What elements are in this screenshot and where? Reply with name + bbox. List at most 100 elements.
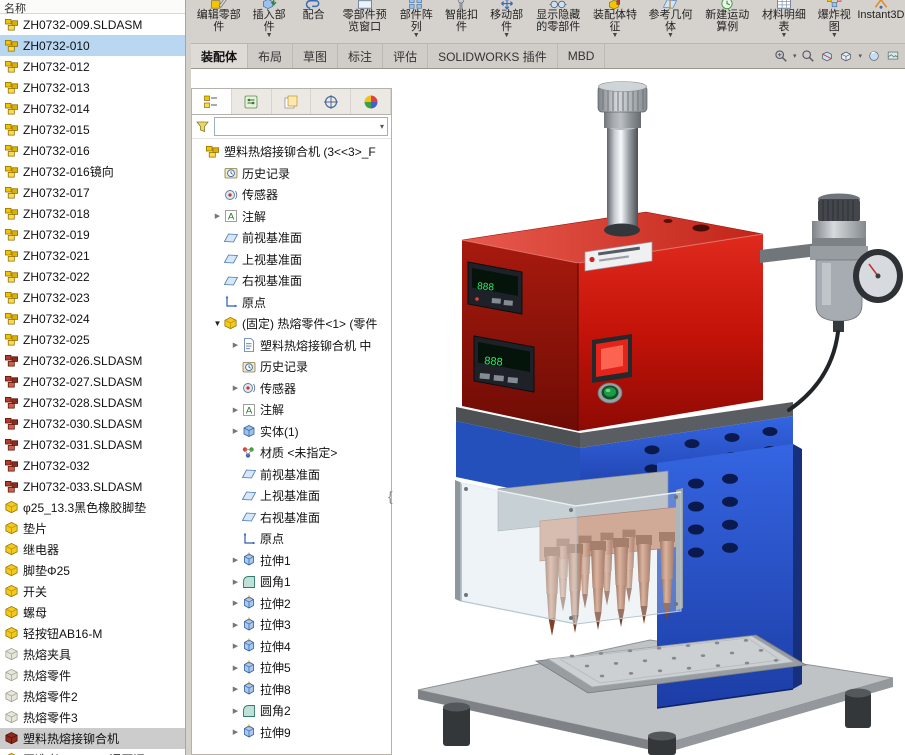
assembly-features-button[interactable]: 装配体特征▼: [587, 0, 642, 44]
tree-item[interactable]: ▶A注解: [192, 399, 391, 421]
tree-item[interactable]: ▶拉伸2: [192, 593, 391, 615]
dropdown-caret-icon[interactable]: ▼: [667, 33, 674, 39]
tree-item[interactable]: ▶拉伸3: [192, 614, 391, 636]
config-manager-tab[interactable]: [272, 89, 312, 114]
expand-arrow-icon[interactable]: ▶: [230, 341, 241, 349]
tree-item[interactable]: 上视基准面: [192, 249, 391, 271]
file-list-item[interactable]: 螺母: [0, 602, 185, 623]
expand-arrow-icon[interactable]: ▶: [230, 728, 241, 736]
file-list-item[interactable]: ZH0732-014: [0, 98, 185, 119]
expand-arrow-icon[interactable]: ▶: [230, 664, 241, 672]
file-list-item[interactable]: 严选者AFS3000调压阀: [0, 749, 185, 755]
panel-resize-grip[interactable]: {: [388, 488, 393, 504]
insert-components-button[interactable]: 插入部件▼: [246, 0, 291, 44]
tree-item[interactable]: ▶拉伸8: [192, 679, 391, 701]
scene-icon[interactable]: [886, 49, 900, 63]
expand-arrow-icon[interactable]: ▶: [230, 642, 241, 650]
file-list-item[interactable]: ZH0732-033.SLDASM: [0, 476, 185, 497]
tab-annotation[interactable]: 标注: [338, 44, 383, 68]
dropdown-caret-icon[interactable]: ▼: [831, 33, 838, 39]
file-list-item[interactable]: ZH0732-015: [0, 119, 185, 140]
file-list-item[interactable]: ZH0732-016: [0, 140, 185, 161]
expand-arrow-icon[interactable]: ▶: [230, 621, 241, 629]
tree-item[interactable]: ▶实体(1): [192, 421, 391, 443]
component-pattern-button[interactable]: 部件阵列▼: [394, 0, 439, 44]
file-list-item[interactable]: ZH0732-021: [0, 245, 185, 266]
file-list-item[interactable]: ZH0732-026.SLDASM: [0, 350, 185, 371]
tree-item[interactable]: 塑料热熔接铆合机 (3<<3>_F: [192, 141, 391, 163]
file-list-item[interactable]: ZH0732-032: [0, 455, 185, 476]
mate-button[interactable]: 配合: [292, 0, 336, 44]
tree-item[interactable]: ▶圆角1: [192, 571, 391, 593]
expand-arrow-icon[interactable]: ▶: [230, 707, 241, 715]
expand-arrow-icon[interactable]: ▶: [230, 685, 241, 693]
display-manager-tab[interactable]: [351, 89, 391, 114]
tree-item[interactable]: 传感器: [192, 184, 391, 206]
show-hidden-components-button[interactable]: 显示隐藏的零部件: [529, 0, 587, 44]
tree-manager-tab[interactable]: [192, 89, 232, 114]
edit-component-button[interactable]: 编辑零部件: [191, 0, 246, 44]
new-motion-study-button[interactable]: 新建运动算例: [698, 0, 756, 44]
tree-item[interactable]: ▶A注解: [192, 206, 391, 228]
zoomarea-icon[interactable]: [774, 49, 788, 63]
file-list-item[interactable]: ZH0732-025: [0, 329, 185, 350]
tree-item[interactable]: 右视基准面: [192, 270, 391, 292]
tree-item[interactable]: ▶传感器: [192, 378, 391, 400]
expand-arrow-icon[interactable]: ▶: [230, 384, 241, 392]
file-list-item[interactable]: ZH0732-016镜向: [0, 161, 185, 182]
tab-layout[interactable]: 布局: [248, 44, 293, 68]
file-list-item[interactable]: ZH0732-028.SLDASM: [0, 392, 185, 413]
tree-item[interactable]: 前视基准面: [192, 227, 391, 249]
tree-item[interactable]: 历史记录: [192, 163, 391, 185]
bill-of-materials-button[interactable]: 材料明细表▼: [756, 0, 811, 44]
file-list-item[interactable]: 继电器: [0, 539, 185, 560]
file-list-item[interactable]: ZH0732-031.SLDASM: [0, 434, 185, 455]
expand-arrow-icon[interactable]: ▶: [230, 427, 241, 435]
chevron-down-icon[interactable]: ▾: [858, 52, 862, 60]
appearance-icon[interactable]: [867, 49, 881, 63]
zoomfit-icon[interactable]: [801, 49, 815, 63]
reference-geometry-button[interactable]: 参考几何体▼: [643, 0, 698, 44]
file-list-item[interactable]: ZH0732-013: [0, 77, 185, 98]
dropdown-caret-icon[interactable]: ▼: [413, 33, 420, 39]
dropdown-caret-icon[interactable]: ▼: [266, 33, 273, 39]
file-list-item[interactable]: ZH0732-022: [0, 266, 185, 287]
file-list-item[interactable]: 热熔夹具: [0, 644, 185, 665]
tab-mbd[interactable]: MBD: [558, 44, 606, 68]
file-list-item[interactable]: 塑料热熔接铆合机: [0, 728, 185, 749]
tree-item[interactable]: 右视基准面: [192, 507, 391, 529]
exploded-view-button[interactable]: 爆炸视图▼: [812, 0, 857, 44]
tree-item[interactable]: ▶塑料热熔接铆合机 中: [192, 335, 391, 357]
tree-item[interactable]: 原点: [192, 292, 391, 314]
file-list-item[interactable]: ZH0732-027.SLDASM: [0, 371, 185, 392]
file-list-item[interactable]: ZH0732-018: [0, 203, 185, 224]
tab-sketch[interactable]: 草图: [293, 44, 338, 68]
expand-arrow-icon[interactable]: ▶: [230, 599, 241, 607]
file-list-item[interactable]: ZH0732-009.SLDASM: [0, 14, 185, 35]
move-component-button[interactable]: 移动部件▼: [484, 0, 529, 44]
panel-splitter[interactable]: [186, 0, 191, 755]
file-list-item[interactable]: ZH0732-019: [0, 224, 185, 245]
file-list-item[interactable]: 开关: [0, 581, 185, 602]
component-preview-window-button[interactable]: 零部件预览窗口: [336, 0, 394, 44]
file-list-item[interactable]: ZH0732-023: [0, 287, 185, 308]
tab-assembly[interactable]: 装配体: [191, 44, 248, 68]
file-list-item[interactable]: ZH0732-010: [0, 35, 185, 56]
instant3d-button[interactable]: Instant3D: [857, 0, 905, 44]
dimxpert-manager-tab[interactable]: [311, 89, 351, 114]
file-list-item[interactable]: 脚垫Φ25: [0, 560, 185, 581]
expand-arrow-icon[interactable]: ▼: [212, 319, 223, 328]
file-list-item[interactable]: ZH0732-024: [0, 308, 185, 329]
property-manager-tab[interactable]: [232, 89, 272, 114]
tree-item[interactable]: ▼(固定) 热熔零件<1> (零件: [192, 313, 391, 335]
file-list-item[interactable]: φ25_13.3黑色橡胶脚垫: [0, 497, 185, 518]
tab-evaluate[interactable]: 评估: [383, 44, 428, 68]
tab-solidworks-addins[interactable]: SOLIDWORKS 插件: [428, 44, 558, 68]
file-list-item[interactable]: ZH0732-012: [0, 56, 185, 77]
tree-filter-input[interactable]: ▾: [214, 117, 388, 136]
tree-item[interactable]: 原点: [192, 528, 391, 550]
file-list-item[interactable]: 热熔零件3: [0, 707, 185, 728]
tree-item[interactable]: 历史记录: [192, 356, 391, 378]
dropdown-caret-icon[interactable]: ▼: [780, 33, 787, 39]
smart-fasteners-button[interactable]: 智能扣件: [439, 0, 484, 44]
